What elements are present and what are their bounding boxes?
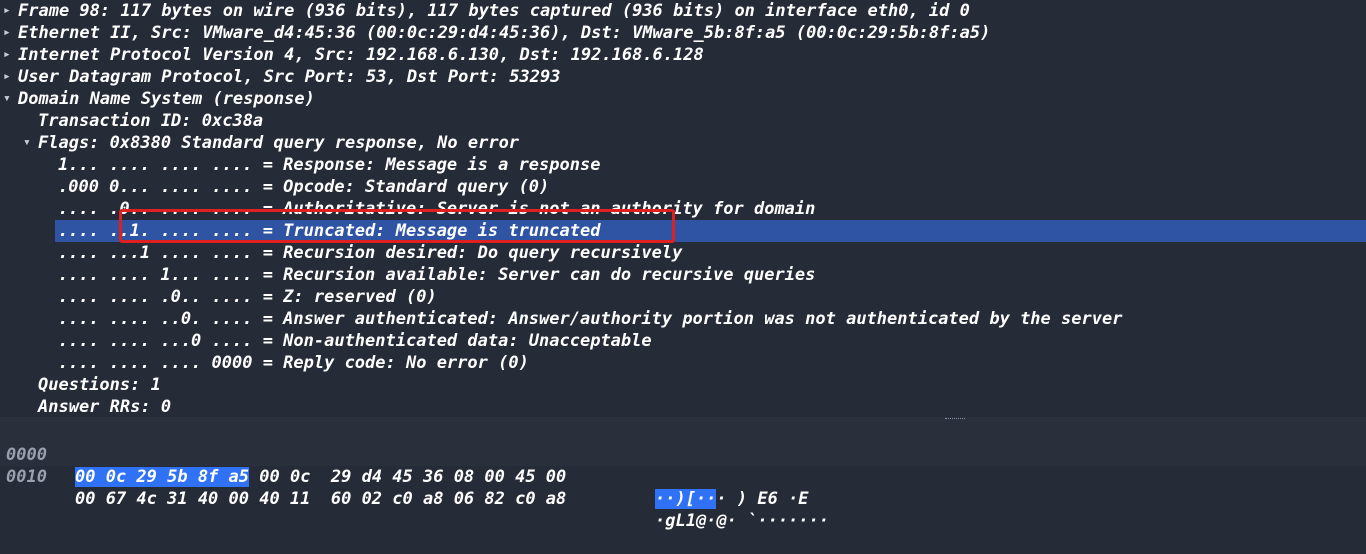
tree-row-flag-answer-authenticated[interactable]: .... .... ..0. .... = Answer authenticat… — [0, 308, 1366, 330]
tree-row-flag-recursion-desired[interactable]: .... ...1 .... .... = Recursion desired:… — [0, 242, 1366, 264]
hex-offset: 0010 — [6, 467, 47, 487]
tree-row-flag-recursion-available[interactable]: .... .... 1... .... = Recursion availabl… — [0, 264, 1366, 286]
expand-arrow-icon[interactable]: ▸ — [3, 66, 11, 88]
tree-row-flag-reply-code[interactable]: .... .... .... 0000 = Reply code: No err… — [0, 352, 1366, 374]
collapse-arrow-icon[interactable]: ▾ — [3, 88, 11, 110]
tree-row-label: .... .... ..0. .... = Answer authenticat… — [58, 309, 1123, 329]
tree-row-udp[interactable]: ▸ User Datagram Protocol, Src Port: 53, … — [0, 66, 1366, 88]
tree-row-label: .000 0... .... .... = Opcode: Standard q… — [58, 177, 550, 197]
packet-bytes-pane[interactable]: 0000 00 0c 29 5b 8f a5 00 0c 29 d4 45 36… — [0, 422, 1366, 531]
hex-ascii[interactable]: ··)[··· ) E6 ·E — [655, 488, 809, 510]
tree-row-label: Internet Protocol Version 4, Src: 192.16… — [18, 45, 704, 65]
hex-ascii[interactable]: ·gL1@·@· `······· — [655, 510, 829, 532]
tree-row-label: 1... .... .... .... = Response: Message … — [58, 155, 601, 175]
expand-arrow-icon[interactable]: ▸ — [3, 44, 11, 66]
tree-row-label: Questions: 1 — [38, 375, 161, 395]
tree-row-label: Answer RRs: 0 — [38, 397, 172, 417]
hex-row[interactable]: 0000 00 0c 29 5b 8f a5 00 0c 29 d4 45 36… — [0, 422, 1366, 509]
tree-row-label: Frame 98: 117 bytes on wire (936 bits), … — [18, 1, 970, 21]
expand-arrow-icon[interactable]: ▸ — [3, 22, 11, 44]
hex-bytes-highlight[interactable]: 00 0c 29 5b 8f a5 — [75, 467, 249, 487]
tree-row-flag-z[interactable]: .... .... .0.. .... = Z: reserved (0) — [0, 286, 1366, 308]
hex-bytes-rest[interactable]: 00 67 4c 31 40 00 40 11 60 02 c0 a8 06 8… — [75, 489, 566, 509]
expand-arrow-icon[interactable]: ▸ — [3, 0, 11, 22]
tree-row-questions[interactable]: Questions: 1 — [0, 374, 1366, 396]
hex-bytes[interactable]: 00 67 4c 31 40 00 40 11 60 02 c0 a8 06 8… — [75, 488, 566, 510]
red-annotation-box — [119, 209, 675, 243]
tree-row-label: .... .... .0.. .... = Z: reserved (0) — [58, 287, 437, 307]
tree-row-label: Transaction ID: 0xc38a — [38, 111, 264, 131]
tree-row-flag-non-authenticated[interactable]: .... .... ...0 .... = Non-authenticated … — [0, 330, 1366, 352]
splitter-grip-icon[interactable] — [945, 418, 965, 421]
tree-row-transaction-id[interactable]: Transaction ID: 0xc38a — [0, 110, 1366, 132]
packet-details-pane[interactable]: ▸ Frame 98: 117 bytes on wire (936 bits)… — [0, 0, 1366, 417]
tree-row-label: Flags: 0x8380 Standard query response, N… — [38, 133, 520, 153]
tree-row-ipv4[interactable]: ▸ Internet Protocol Version 4, Src: 192.… — [0, 44, 1366, 66]
tree-row-dns[interactable]: ▾ Domain Name System (response) — [0, 88, 1366, 110]
tree-row-flag-response[interactable]: 1... .... .... .... = Response: Message … — [0, 154, 1366, 176]
tree-row-label: Domain Name System (response) — [18, 89, 315, 109]
tree-row-flag-opcode[interactable]: .000 0... .... .... = Opcode: Standard q… — [0, 176, 1366, 198]
hex-ascii-rest[interactable]: · ) E6 ·E — [716, 489, 808, 509]
collapse-arrow-icon[interactable]: ▾ — [23, 132, 31, 154]
tree-row-label: .... ...1 .... .... = Recursion desired:… — [58, 243, 683, 263]
hex-ascii-rest[interactable]: ·gL1@·@· `······· — [655, 511, 829, 531]
tree-row-frame[interactable]: ▸ Frame 98: 117 bytes on wire (936 bits)… — [0, 0, 1366, 22]
hex-bytes-rest[interactable]: 00 0c 29 d4 45 36 08 00 45 00 — [249, 467, 566, 487]
tree-row-label: .... .... 1... .... = Recursion availabl… — [58, 265, 816, 285]
tree-row-ethernet[interactable]: ▸ Ethernet II, Src: VMware_d4:45:36 (00:… — [0, 22, 1366, 44]
hex-bytes[interactable]: 00 0c 29 5b 8f a5 00 0c 29 d4 45 36 08 0… — [75, 466, 566, 488]
tree-row-label: .... .... .... 0000 = Reply code: No err… — [58, 353, 529, 373]
tree-row-flags[interactable]: ▾ Flags: 0x8380 Standard query response,… — [0, 132, 1366, 154]
tree-row-label: Ethernet II, Src: VMware_d4:45:36 (00:0c… — [18, 23, 991, 43]
tree-row-answer-rrs[interactable]: Answer RRs: 0 — [0, 396, 1366, 418]
hex-row[interactable]: 0010 00 67 4c 31 40 00 40 11 60 02 c0 a8… — [0, 444, 1366, 531]
hex-ascii-highlight[interactable]: ··)[·· — [655, 489, 717, 509]
tree-row-label: .... .... ...0 .... = Non-authenticated … — [58, 331, 652, 351]
tree-row-label: User Datagram Protocol, Src Port: 53, Ds… — [18, 67, 561, 87]
